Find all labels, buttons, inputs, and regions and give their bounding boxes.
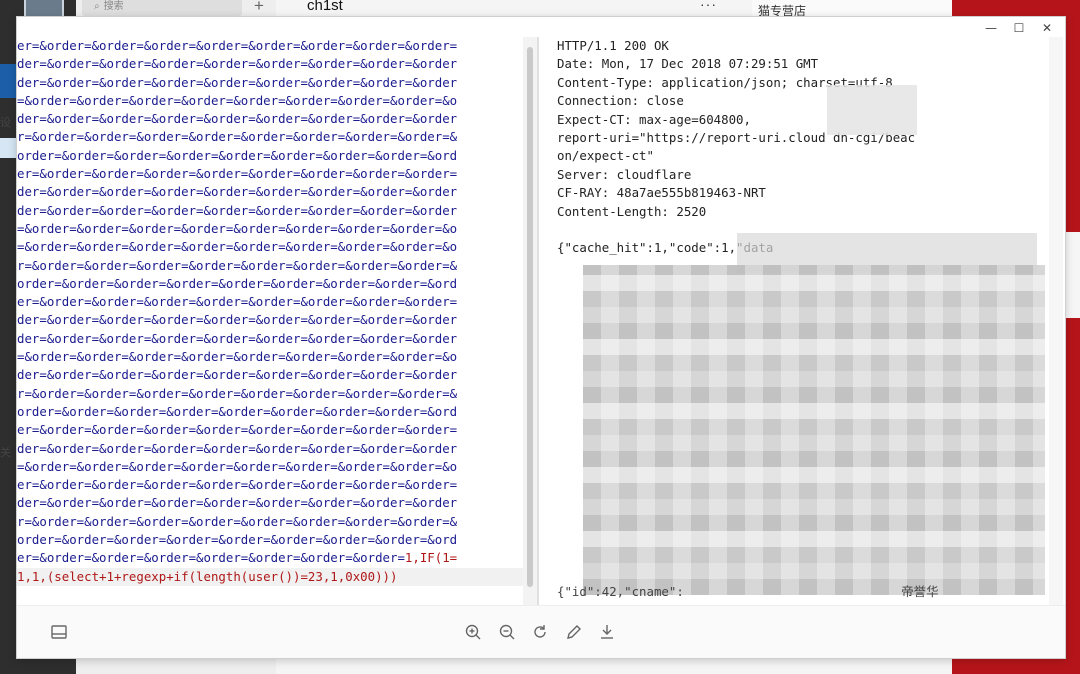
pane-divider[interactable] — [537, 37, 539, 605]
request-scroll-thumb[interactable] — [527, 47, 533, 587]
response-header-line: on/expect-ct" — [557, 148, 654, 164]
more-options-button[interactable]: ··· — [700, 0, 717, 12]
request-line: =&order=&order=&order=&order=&order=&ord… — [17, 239, 458, 255]
request-line: r=&order=&order=&order=&order=&order=&or… — [17, 257, 458, 273]
request-line: der=&order=&order=&order=&order=&order=&… — [17, 440, 458, 456]
payload-line-red: 1,IF(1= — [404, 550, 458, 566]
response-header-line: Content-Type: application/json; charset=… — [557, 74, 893, 90]
request-line: r=&order=&order=&order=&order=&order=&or… — [17, 385, 458, 401]
request-line: r=&order=&order=&order=&order=&order=&or… — [17, 513, 458, 529]
request-line: der=&order=&order=&order=&order=&order=&… — [17, 56, 458, 72]
response-header-line: report-uri="https://report-uri.cloud dn-… — [557, 129, 916, 145]
request-line: der=&order=&order=&order=&order=&order=&… — [17, 495, 458, 511]
request-line: der=&order=&order=&order=&order=&order=&… — [17, 312, 458, 328]
redacted-area — [583, 265, 1045, 595]
response-header-line: Expect-CT: max-age=604800, — [557, 111, 751, 127]
payload-line-blue: er=&order=&order=&order=&order=&order=&o… — [17, 550, 405, 566]
rotate-icon[interactable] — [528, 620, 552, 644]
zoom-in-icon[interactable] — [461, 620, 485, 644]
search-placeholder: 搜索 — [103, 1, 124, 12]
request-line: der=&order=&order=&order=&order=&order=&… — [17, 330, 458, 346]
request-line: order=&order=&order=&order=&order=&order… — [17, 275, 458, 291]
request-line: er=&order=&order=&order=&order=&order=&o… — [17, 38, 458, 53]
response-header-line: Server: cloudflare — [557, 166, 692, 182]
request-line: =&order=&order=&order=&order=&order=&ord… — [17, 220, 458, 236]
request-line: r=&order=&order=&order=&order=&order=&or… — [17, 129, 458, 145]
request-line: order=&order=&order=&order=&order=&order… — [17, 403, 458, 419]
image-viewer-window: — ☐ ✕ er=&order=&order=&order=&order=&or… — [16, 16, 1066, 659]
download-icon[interactable] — [595, 620, 619, 644]
maximize-button[interactable]: ☐ — [1005, 17, 1033, 39]
request-line: =&order=&order=&order=&order=&order=&ord… — [17, 92, 458, 108]
request-line: er=&order=&order=&order=&order=&order=&o… — [17, 422, 458, 438]
request-line: er=&order=&order=&order=&order=&order=&o… — [17, 477, 458, 493]
request-line: der=&order=&order=&order=&order=&order=&… — [17, 202, 458, 218]
request-pane: er=&order=&order=&order=&order=&order=&o… — [17, 37, 523, 605]
left-edge-text: 设 — [0, 117, 11, 129]
payload-line: er=&order=&order=&order=&order=&order=&o… — [17, 549, 523, 567]
request-line: der=&order=&order=&order=&order=&order=&… — [17, 74, 458, 90]
close-button[interactable]: ✕ — [1033, 17, 1061, 39]
window-controls: — ☐ ✕ — [977, 17, 1061, 39]
request-line: er=&order=&order=&order=&order=&order=&o… — [17, 294, 458, 310]
response-header-line: Date: Mon, 17 Dec 2018 07:29:51 GMT — [557, 56, 819, 72]
add-chat-button[interactable]: + — [248, 0, 270, 16]
response-scrollbar[interactable] — [1049, 37, 1063, 605]
background-highlight-strip — [0, 138, 16, 158]
payload-last: 1,1,(select+1+regexp+if(length(user())=2… — [17, 568, 398, 584]
left-edge-text: 关 — [0, 447, 11, 459]
response-body-tail-text: {"id":42,"cname": — [557, 584, 684, 599]
response-header-line: Content-Length: 2520 — [557, 203, 707, 219]
edit-icon[interactable] — [562, 620, 586, 644]
zoom-out-icon[interactable] — [495, 620, 519, 644]
request-line: order=&order=&order=&order=&order=&order… — [17, 147, 458, 163]
minimize-button[interactable]: — — [977, 17, 1005, 39]
response-header-line: HTTP/1.1 200 OK — [557, 38, 669, 53]
request-line: =&order=&order=&order=&order=&order=&ord… — [17, 458, 458, 474]
response-body-tail: {"id":42,"cname": 帝誉华 — [557, 583, 938, 601]
chat-title: ch1st — [307, 0, 343, 14]
panel-icon[interactable] — [47, 620, 71, 644]
background-blue-strip — [0, 64, 16, 98]
request-line: er=&order=&order=&order=&order=&order=&o… — [17, 166, 458, 182]
request-line: =&order=&order=&order=&order=&order=&ord… — [17, 349, 458, 365]
request-line: der=&order=&order=&order=&order=&order=&… — [17, 184, 458, 200]
request-line: order=&order=&order=&order=&order=&order… — [17, 532, 458, 548]
search-icon: ⌕ — [94, 1, 100, 12]
response-header-line: CF-RAY: 48a7ae555b819463-NRT — [557, 185, 766, 201]
response-header-line: Connection: close — [557, 93, 684, 109]
response-body-tail-right: 帝誉华 — [901, 584, 939, 599]
search-input[interactable]: ⌕ 搜索 — [82, 0, 242, 16]
request-line: der=&order=&order=&order=&order=&order=&… — [17, 367, 458, 383]
response-pane: HTTP/1.1 200 OK Date: Mon, 17 Dec 2018 07… — [547, 37, 1047, 605]
redacted-area — [827, 85, 917, 135]
payload-last-line: 1,1,(select+1+regexp+if(length(user())=2… — [17, 567, 523, 586]
viewer-toolbar — [17, 605, 1065, 658]
request-line: der=&order=&order=&order=&order=&order=&… — [17, 111, 458, 127]
